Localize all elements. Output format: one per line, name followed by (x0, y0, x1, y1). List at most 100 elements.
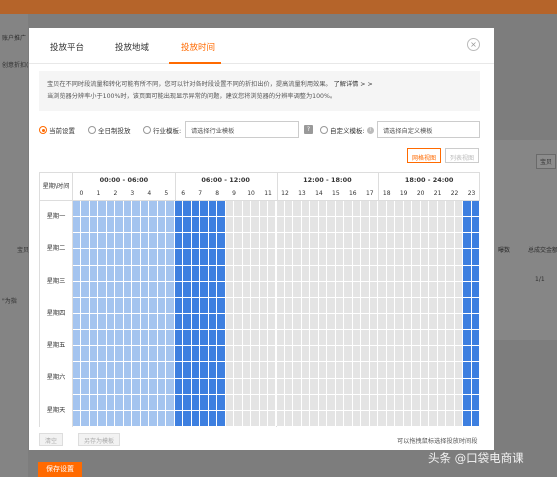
time-slot-cell[interactable] (437, 281, 447, 298)
time-slot-cell[interactable] (276, 378, 285, 395)
time-slot-cell[interactable] (217, 330, 226, 347)
time-slot-cell[interactable] (149, 201, 158, 218)
time-slot-cell[interactable] (395, 394, 404, 411)
time-slot-cell[interactable] (471, 281, 480, 298)
time-slot-cell[interactable] (344, 314, 353, 331)
time-slot-cell[interactable] (73, 362, 82, 379)
time-slot-cell[interactable] (403, 201, 413, 218)
time-slot-cell[interactable] (386, 362, 396, 379)
time-slot-cell[interactable] (174, 249, 184, 266)
time-slot-cell[interactable] (225, 217, 235, 234)
time-slot-cell[interactable] (140, 297, 150, 314)
time-slot-cell[interactable] (123, 378, 133, 395)
time-slot-cell[interactable] (174, 201, 184, 218)
help-icon[interactable]: ? (304, 125, 313, 134)
time-slot-cell[interactable] (378, 410, 387, 427)
time-slot-cell[interactable] (378, 394, 387, 411)
time-slot-cell[interactable] (386, 314, 396, 331)
time-slot-cell[interactable] (200, 201, 209, 218)
time-slot-cell[interactable] (463, 362, 472, 379)
time-slot-cell[interactable] (106, 265, 116, 282)
time-slot-cell[interactable] (437, 330, 447, 347)
time-slot-cell[interactable] (471, 346, 480, 363)
time-slot-cell[interactable] (395, 378, 404, 395)
time-slot-cell[interactable] (284, 281, 294, 298)
time-slot-cell[interactable] (132, 297, 141, 314)
time-slot-cell[interactable] (335, 410, 345, 427)
time-slot-cell[interactable] (81, 201, 90, 218)
time-slot-cell[interactable] (149, 330, 158, 347)
time-slot-cell[interactable] (73, 297, 82, 314)
time-slot-cell[interactable] (369, 249, 379, 266)
time-slot-cell[interactable] (268, 394, 277, 411)
time-slot-cell[interactable] (259, 362, 268, 379)
time-slot-cell[interactable] (301, 330, 311, 347)
time-slot-cell[interactable] (242, 330, 252, 347)
time-slot-cell[interactable] (420, 281, 430, 298)
time-slot-cell[interactable] (89, 378, 99, 395)
time-slot-cell[interactable] (200, 346, 209, 363)
time-slot-cell[interactable] (301, 346, 311, 363)
time-slot-cell[interactable] (352, 265, 362, 282)
time-slot-cell[interactable] (89, 314, 99, 331)
time-slot-cell[interactable] (310, 265, 319, 282)
time-slot-cell[interactable] (463, 378, 472, 395)
time-slot-cell[interactable] (140, 410, 150, 427)
time-slot-cell[interactable] (251, 233, 260, 250)
time-slot-cell[interactable] (369, 217, 379, 234)
radio-icon[interactable] (88, 126, 96, 134)
time-slot-cell[interactable] (81, 410, 90, 427)
time-slot-cell[interactable] (140, 201, 150, 218)
time-slot-cell[interactable] (369, 330, 379, 347)
time-slot-cell[interactable] (140, 362, 150, 379)
time-slot-cell[interactable] (429, 378, 438, 395)
time-slot-cell[interactable] (437, 314, 447, 331)
time-slot-cell[interactable] (412, 201, 421, 218)
time-slot-cell[interactable] (437, 410, 447, 427)
time-slot-cell[interactable] (446, 281, 455, 298)
time-slot-cell[interactable] (293, 265, 302, 282)
time-slot-cell[interactable] (98, 265, 107, 282)
time-slot-cell[interactable] (369, 394, 379, 411)
time-slot-cell[interactable] (217, 217, 226, 234)
time-slot-cell[interactable] (310, 233, 319, 250)
time-slot-cell[interactable] (284, 394, 294, 411)
time-slot-cell[interactable] (429, 394, 438, 411)
time-slot-cell[interactable] (454, 378, 464, 395)
time-slot-cell[interactable] (81, 249, 90, 266)
time-slot-cell[interactable] (446, 410, 455, 427)
time-slot-cell[interactable] (369, 410, 379, 427)
time-slot-cell[interactable] (259, 265, 268, 282)
time-slot-cell[interactable] (378, 281, 387, 298)
time-slot-cell[interactable] (132, 314, 141, 331)
time-slot-cell[interactable] (403, 297, 413, 314)
time-slot-cell[interactable] (327, 314, 336, 331)
time-slot-cell[interactable] (166, 362, 175, 379)
time-slot-cell[interactable] (183, 314, 192, 331)
time-slot-cell[interactable] (437, 346, 447, 363)
time-slot-cell[interactable] (335, 201, 345, 218)
time-slot-cell[interactable] (412, 217, 421, 234)
time-slot-cell[interactable] (81, 297, 90, 314)
time-slot-cell[interactable] (149, 378, 158, 395)
time-slot-cell[interactable] (115, 217, 124, 234)
time-slot-cell[interactable] (191, 394, 201, 411)
time-slot-cell[interactable] (471, 314, 480, 331)
time-slot-cell[interactable] (106, 297, 116, 314)
time-slot-cell[interactable] (174, 265, 184, 282)
time-slot-cell[interactable] (395, 330, 404, 347)
time-slot-cell[interactable] (420, 249, 430, 266)
time-slot-cell[interactable] (318, 297, 328, 314)
time-slot-cell[interactable] (98, 217, 107, 234)
time-slot-cell[interactable] (89, 410, 99, 427)
time-slot-cell[interactable] (412, 378, 421, 395)
time-slot-cell[interactable] (225, 249, 235, 266)
time-slot-cell[interactable] (284, 201, 294, 218)
time-slot-cell[interactable] (293, 394, 302, 411)
time-slot-cell[interactable] (200, 394, 209, 411)
time-slot-cell[interactable] (123, 249, 133, 266)
time-slot-cell[interactable] (327, 265, 336, 282)
time-slot-cell[interactable] (174, 378, 184, 395)
time-slot-cell[interactable] (89, 362, 99, 379)
time-slot-cell[interactable] (386, 346, 396, 363)
